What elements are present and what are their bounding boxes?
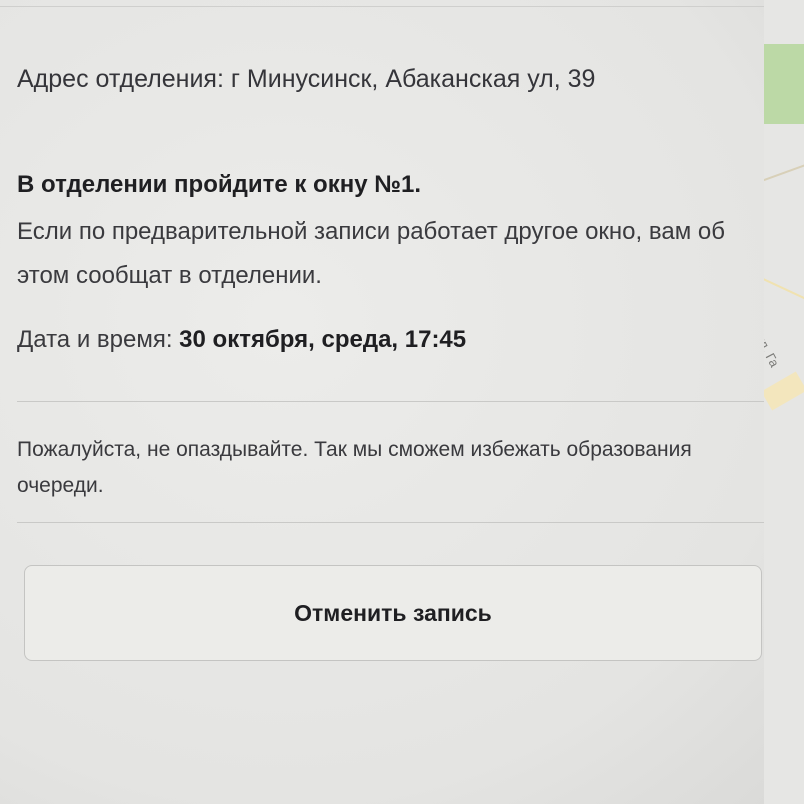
map-preview[interactable]: ул. Га: [764, 0, 804, 804]
map-road: [764, 158, 804, 184]
map-park-area: [764, 44, 804, 124]
branch-address: Адрес отделения: г Минусинск, Абаканская…: [17, 65, 596, 93]
window-note: Если по предварительной записи работает …: [17, 218, 725, 289]
map-road: [764, 275, 804, 307]
map-road: [764, 371, 804, 411]
appointment-screen: ул. Га Адрес отделения: г Минусинск, Аба…: [0, 0, 804, 804]
divider: [17, 401, 764, 402]
window-instruction: В отделении пройдите к окну №1.: [17, 171, 421, 198]
map-street-label: ул. Га: [764, 332, 783, 370]
punctuality-reminder: Пожалуйста, не опаздывайте. Так мы сможе…: [17, 438, 692, 497]
datetime-value: 30 октября, среда, 17:45: [179, 326, 467, 353]
top-divider: [0, 6, 770, 7]
datetime-label: Дата и время:: [17, 326, 180, 353]
cancel-appointment-button[interactable]: Отменить запись: [24, 565, 762, 661]
appointment-datetime: Дата и время: 30 октября, среда, 17:45: [17, 324, 466, 356]
divider: [17, 522, 764, 523]
